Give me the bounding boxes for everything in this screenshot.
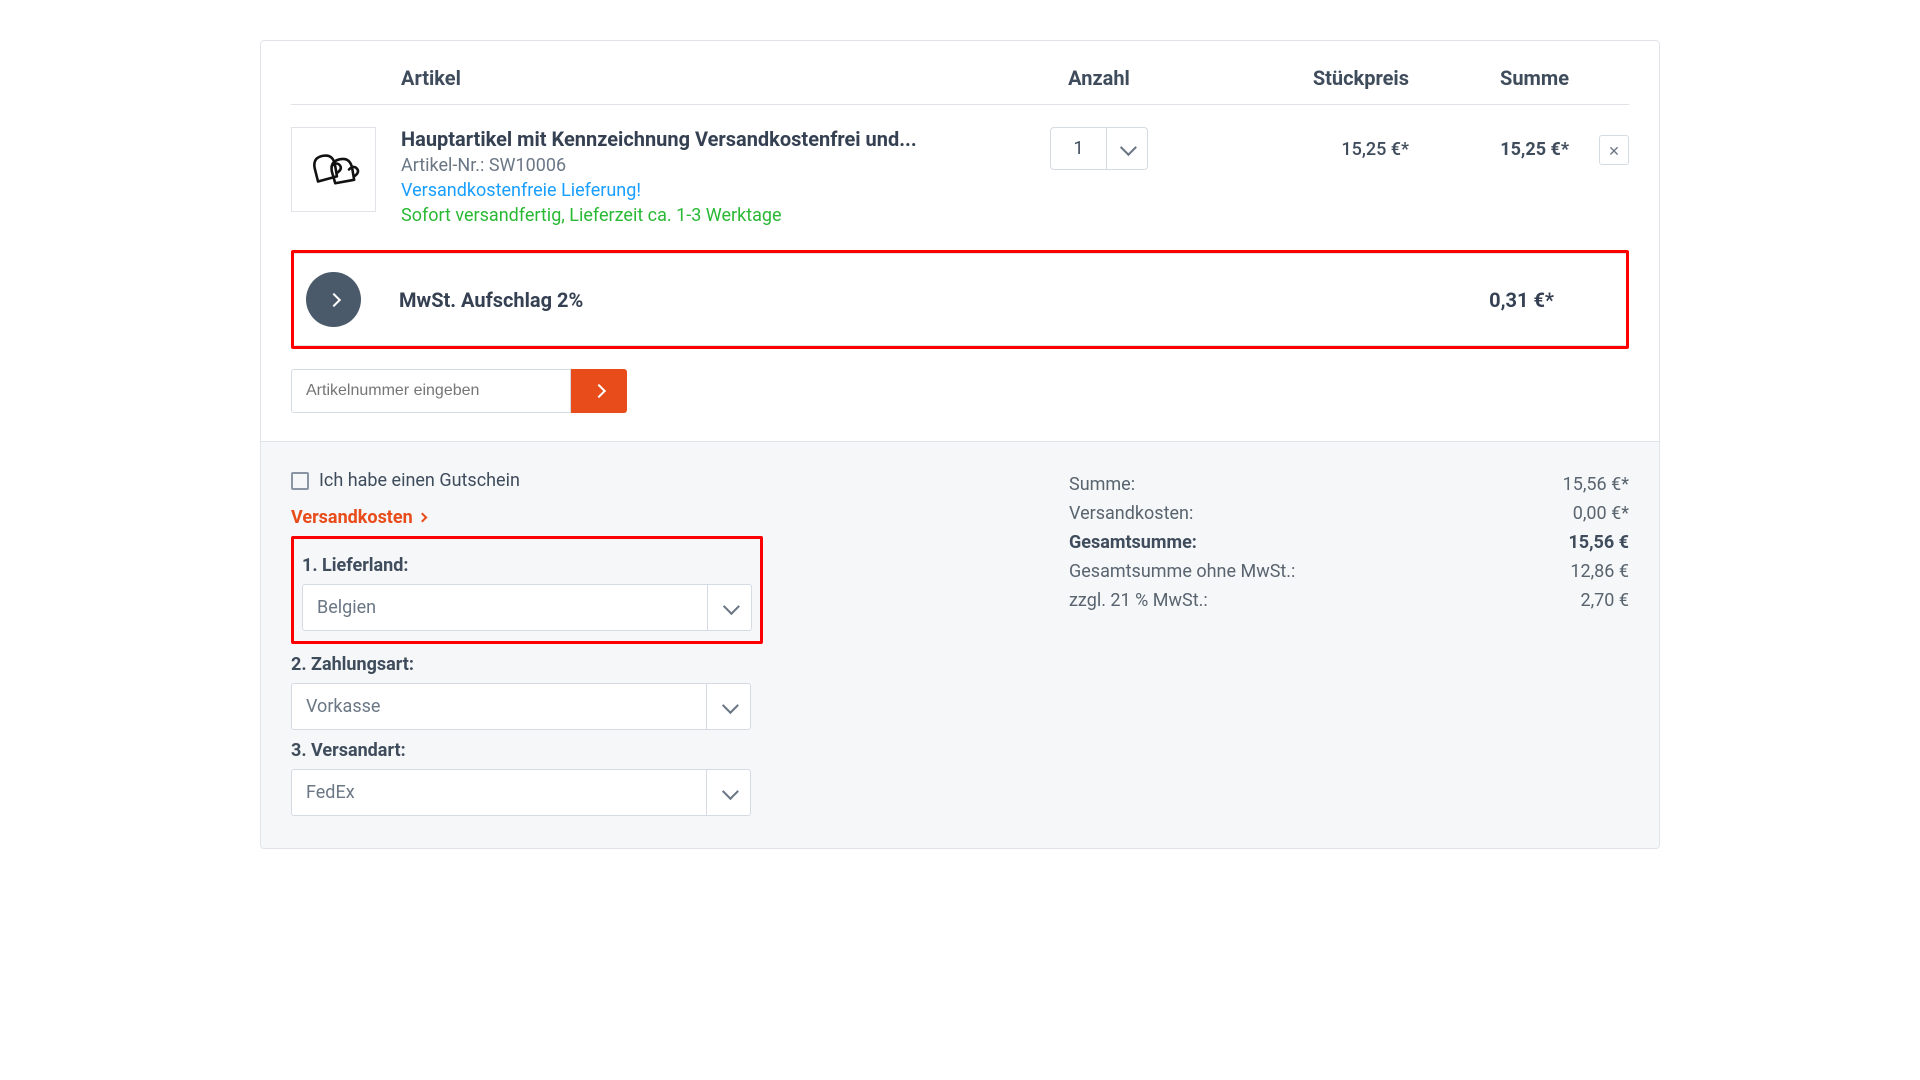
grand-total-label: Gesamtsumme:: [1069, 532, 1568, 553]
delivery-country-highlight: 1. Lieferland: Belgien: [291, 536, 763, 644]
chevron-down-icon[interactable]: [706, 770, 750, 815]
vat-surcharge-row-highlight: MwSt. Aufschlag 2% 0,31 €*: [291, 250, 1629, 349]
item-sku: Artikel-Nr.: SW10006: [401, 155, 1009, 176]
header-sum: Summe: [1409, 66, 1569, 90]
country-value: Belgien: [303, 585, 707, 630]
shipping-total-label: Versandkosten:: [1069, 503, 1573, 524]
add-sku-row: [291, 351, 1629, 441]
header-qty: Anzahl: [1009, 66, 1189, 90]
vat-value: 2,70 €: [1581, 590, 1629, 611]
line-sum: 15,25 €*: [1409, 127, 1569, 160]
quantity-value: 1: [1051, 128, 1106, 169]
payment-value: Vorkasse: [292, 684, 706, 729]
cart-container: Artikel Anzahl Stückpreis Summe: [260, 40, 1660, 849]
chevron-right-icon: [417, 513, 427, 523]
expand-surcharge-button[interactable]: [306, 272, 361, 327]
close-icon: [1608, 140, 1620, 161]
cart-table: Artikel Anzahl Stückpreis Summe: [261, 41, 1659, 441]
subtotal-value: 15,56 €*: [1563, 474, 1629, 495]
cart-item-row: Hauptartikel mit Kennzeichnung Versandko…: [291, 105, 1629, 248]
chevron-right-icon: [326, 292, 340, 306]
totals-block: Summe: 15,56 €* Versandkosten: 0,00 €* G…: [1069, 470, 1629, 816]
country-select[interactable]: Belgien: [302, 584, 752, 631]
surcharge-amount: 0,31 €*: [1489, 288, 1554, 312]
net-total-label: Gesamtsumme ohne MwSt.:: [1069, 561, 1570, 582]
shipping-method-label: 3. Versandart:: [291, 740, 763, 761]
payment-label: 2. Zahlungsart:: [291, 654, 763, 675]
surcharge-label: MwSt. Aufschlag 2%: [399, 288, 1489, 312]
chevron-down-icon[interactable]: [1107, 128, 1147, 169]
cart-footer: Ich habe einen Gutschein Versandkosten 1…: [261, 441, 1659, 848]
item-title[interactable]: Hauptartikel mit Kennzeichnung Versandko…: [401, 127, 1009, 151]
chevron-right-icon: [592, 384, 606, 398]
payment-select[interactable]: Vorkasse: [291, 683, 751, 730]
chevron-down-icon[interactable]: [707, 585, 751, 630]
cart-header-row: Artikel Anzahl Stückpreis Summe: [291, 66, 1629, 105]
shipping-total-value: 0,00 €*: [1573, 503, 1629, 524]
quantity-select[interactable]: 1: [1050, 127, 1147, 170]
remove-item-button[interactable]: [1599, 135, 1629, 165]
grand-total-value: 15,56 €: [1568, 532, 1629, 553]
header-unit-price: Stückpreis: [1189, 66, 1409, 90]
vat-label: zzgl. 21 % MwSt.:: [1069, 590, 1581, 611]
sku-input[interactable]: [291, 369, 571, 413]
header-article: Artikel: [401, 66, 1009, 90]
free-shipping-badge: Versandkostenfreie Lieferung!: [401, 180, 1009, 201]
availability-text: Sofort versandfertig, Lieferzeit ca. 1-3…: [401, 205, 1009, 226]
voucher-toggle[interactable]: Ich habe einen Gutschein: [291, 470, 1029, 491]
shipping-method-value: FedEx: [292, 770, 706, 815]
unit-price: 15,25 €*: [1189, 127, 1409, 160]
shipping-costs-link[interactable]: Versandkosten: [291, 507, 1029, 528]
product-thumbnail: [291, 127, 376, 212]
subtotal-label: Summe:: [1069, 474, 1563, 495]
chevron-down-icon[interactable]: [706, 684, 750, 729]
mittens-icon: [306, 142, 361, 197]
add-sku-button[interactable]: [571, 369, 627, 413]
voucher-checkbox[interactable]: [291, 472, 309, 490]
shipping-method-select[interactable]: FedEx: [291, 769, 751, 816]
net-total-value: 12,86 €: [1570, 561, 1629, 582]
voucher-label: Ich habe einen Gutschein: [319, 470, 520, 491]
country-label: 1. Lieferland:: [302, 555, 752, 576]
